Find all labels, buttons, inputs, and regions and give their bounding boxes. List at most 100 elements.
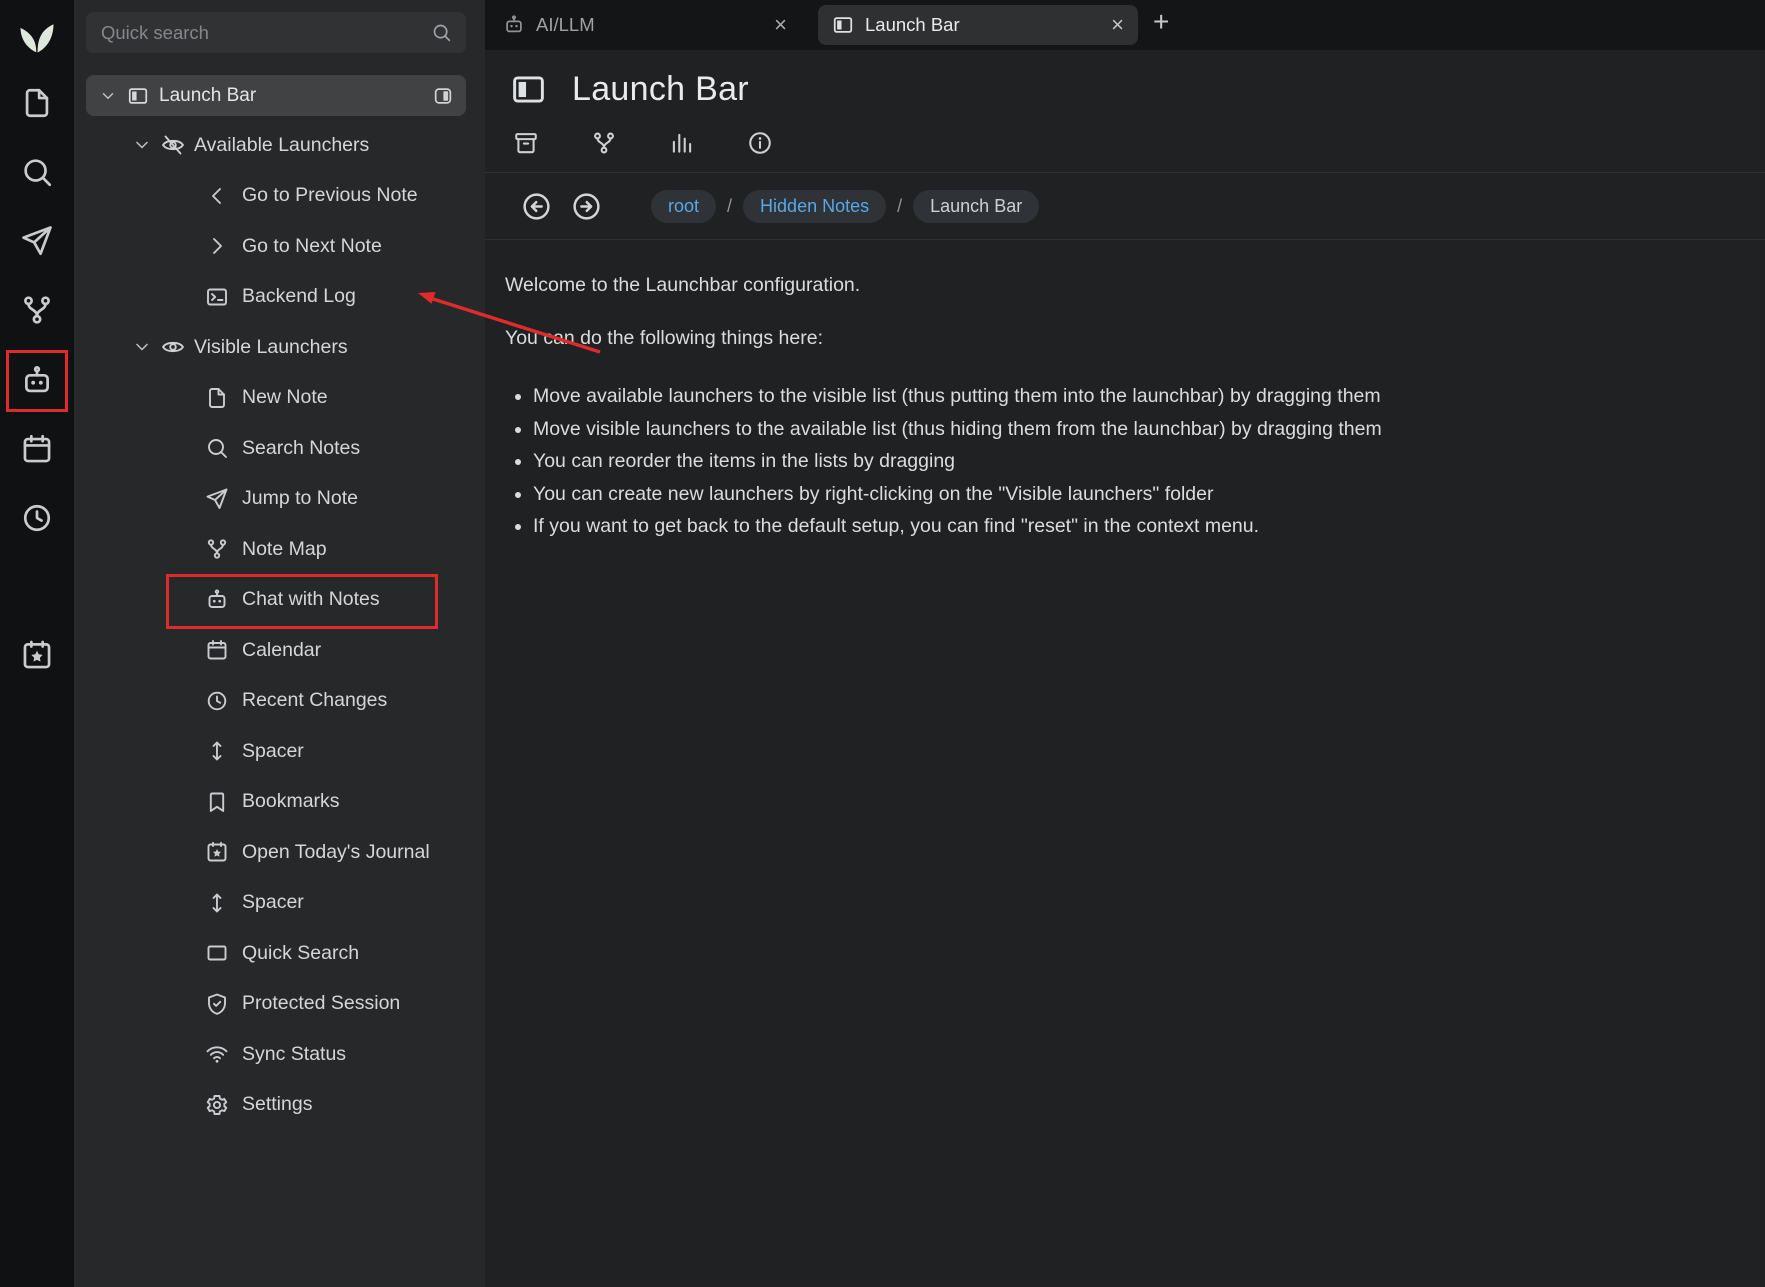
close-tab-icon[interactable]: × xyxy=(774,14,787,36)
note-map-icon xyxy=(205,537,229,561)
calendar-icon[interactable] xyxy=(20,432,54,466)
tree-item-new-note[interactable]: New Note xyxy=(74,373,485,424)
chevron-down-icon[interactable] xyxy=(132,337,152,357)
breadcrumb-separator: / xyxy=(727,196,732,217)
breadcrumb-launch-bar[interactable]: Launch Bar xyxy=(913,190,1039,223)
terminal-icon xyxy=(205,285,229,309)
tree-item-label: Protected Session xyxy=(242,992,400,1015)
spacer-icon xyxy=(205,891,229,915)
breadcrumb-root[interactable]: root xyxy=(651,190,716,223)
tree-group-available-launchers[interactable]: Available Launchers xyxy=(74,120,485,171)
tree-item-label: Open Today's Journal xyxy=(242,841,430,864)
tree-item-spacer-1[interactable]: Spacer xyxy=(74,726,485,777)
tree-item-label: Launch Bar xyxy=(159,85,422,107)
tree-item-label: Available Launchers xyxy=(194,134,369,157)
eye-icon xyxy=(161,335,185,359)
file-icon xyxy=(205,386,229,410)
instructions-list: Move available launchers to the visible … xyxy=(505,380,1382,543)
tree-item-open-todays-journal[interactable]: Open Today's Journal xyxy=(74,827,485,878)
intro-paragraph: Welcome to the Launchbar configuration. xyxy=(505,274,860,297)
note-map-icon[interactable] xyxy=(20,293,54,327)
chat-with-notes-icon[interactable] xyxy=(20,364,54,398)
tree-item-chat-with-notes[interactable]: Chat with Notes xyxy=(74,575,485,626)
tree-item-label: Settings xyxy=(242,1093,312,1116)
tree-item-label: Jump to Note xyxy=(242,487,358,510)
quick-search xyxy=(86,12,466,53)
archive-icon[interactable] xyxy=(513,130,539,156)
history-back-button[interactable] xyxy=(521,191,552,222)
launch-bar-badge-icon xyxy=(432,85,454,107)
bar-chart-icon[interactable] xyxy=(669,130,695,156)
recent-changes-icon[interactable] xyxy=(20,501,54,535)
tree-item-label: Search Notes xyxy=(242,437,360,460)
tree-item-label: Calendar xyxy=(242,639,321,662)
tree-item-protected-session[interactable]: Protected Session xyxy=(74,979,485,1030)
calendar-star-icon xyxy=(205,840,229,864)
close-tab-icon[interactable]: × xyxy=(1111,14,1124,36)
launcher-tree: Available Launchers Go to Previous Note … xyxy=(74,120,485,1130)
tree-item-label: Backend Log xyxy=(242,285,356,308)
tab-launch-bar[interactable]: Launch Bar × xyxy=(818,5,1138,45)
tree-item-launch-bar[interactable]: Launch Bar xyxy=(86,75,466,116)
chevron-left-icon xyxy=(205,184,229,208)
tree-item-sync-status[interactable]: Sync Status xyxy=(74,1029,485,1080)
list-item: If you want to get back to the default s… xyxy=(533,510,1382,543)
list-item: Move visible launchers to the available … xyxy=(533,413,1382,446)
chevron-right-icon xyxy=(205,234,229,258)
tree-item-calendar[interactable]: Calendar xyxy=(74,625,485,676)
jump-to-note-icon[interactable] xyxy=(20,224,54,258)
bookmark-icon xyxy=(205,790,229,814)
note-tree-sidebar: Launch Bar Available Launchers Go to Pre… xyxy=(74,0,485,1287)
launch-bar-icon xyxy=(127,85,149,107)
note-map-icon[interactable] xyxy=(591,130,617,156)
new-note-icon[interactable] xyxy=(20,86,54,120)
tree-item-go-to-next-note[interactable]: Go to Next Note xyxy=(74,221,485,272)
robot-icon xyxy=(205,588,229,612)
send-icon xyxy=(205,487,229,511)
breadcrumb-hidden-notes[interactable]: Hidden Notes xyxy=(743,190,886,223)
history-forward-button[interactable] xyxy=(571,191,602,222)
quick-search-input[interactable] xyxy=(86,12,466,53)
tree-item-recent-changes[interactable]: Recent Changes xyxy=(74,676,485,727)
search-icon[interactable] xyxy=(20,155,54,189)
tab-label: AI/LLM xyxy=(536,14,595,36)
list-item: You can create new launchers by right-cl… xyxy=(533,478,1382,511)
page-title: Launch Bar xyxy=(572,70,749,109)
tree-item-label: Chat with Notes xyxy=(242,588,380,611)
tree-item-jump-to-note[interactable]: Jump to Note xyxy=(74,474,485,525)
search-icon[interactable] xyxy=(431,22,452,43)
open-todays-journal-icon[interactable] xyxy=(20,638,54,672)
chevron-down-icon[interactable] xyxy=(132,135,152,155)
eye-slash-icon xyxy=(161,133,185,157)
robot-icon xyxy=(503,14,525,36)
list-item: Move available launchers to the visible … xyxy=(533,380,1382,413)
tree-item-search-notes[interactable]: Search Notes xyxy=(74,423,485,474)
info-icon[interactable] xyxy=(747,130,773,156)
tree-item-spacer-2[interactable]: Spacer xyxy=(74,878,485,929)
spacer-icon xyxy=(205,739,229,763)
launch-bar-icon xyxy=(510,71,547,108)
tree-item-label: New Note xyxy=(242,386,328,409)
breadcrumb: root / Hidden Notes / Launch Bar xyxy=(485,172,1765,240)
tab-bar: AI/LLM × Launch Bar × + xyxy=(485,0,1765,50)
shield-icon xyxy=(205,992,229,1016)
new-tab-button[interactable]: + xyxy=(1153,8,1169,36)
tree-item-bookmarks[interactable]: Bookmarks xyxy=(74,777,485,828)
calendar-icon xyxy=(205,638,229,662)
chevron-down-icon[interactable] xyxy=(99,87,117,105)
tree-item-go-to-previous-note[interactable]: Go to Previous Note xyxy=(74,171,485,222)
tab-label: Launch Bar xyxy=(865,14,960,36)
tree-item-note-map[interactable]: Note Map xyxy=(74,524,485,575)
note-title-row: Launch Bar xyxy=(510,70,749,109)
tree-item-label: Go to Previous Note xyxy=(242,184,418,207)
tree-item-backend-log[interactable]: Backend Log xyxy=(74,272,485,323)
tree-item-quick-search[interactable]: Quick Search xyxy=(74,928,485,979)
tree-item-label: Bookmarks xyxy=(242,790,340,813)
launch-bar-icon xyxy=(832,14,854,36)
tab-ai-llm[interactable]: AI/LLM × xyxy=(485,0,803,50)
rectangle-icon xyxy=(205,941,229,965)
tree-item-settings[interactable]: Settings xyxy=(74,1080,485,1131)
breadcrumb-separator: / xyxy=(897,196,902,217)
note-detail: Launch Bar root / Hidden Notes / Launch … xyxy=(485,50,1765,1287)
tree-group-visible-launchers[interactable]: Visible Launchers xyxy=(74,322,485,373)
